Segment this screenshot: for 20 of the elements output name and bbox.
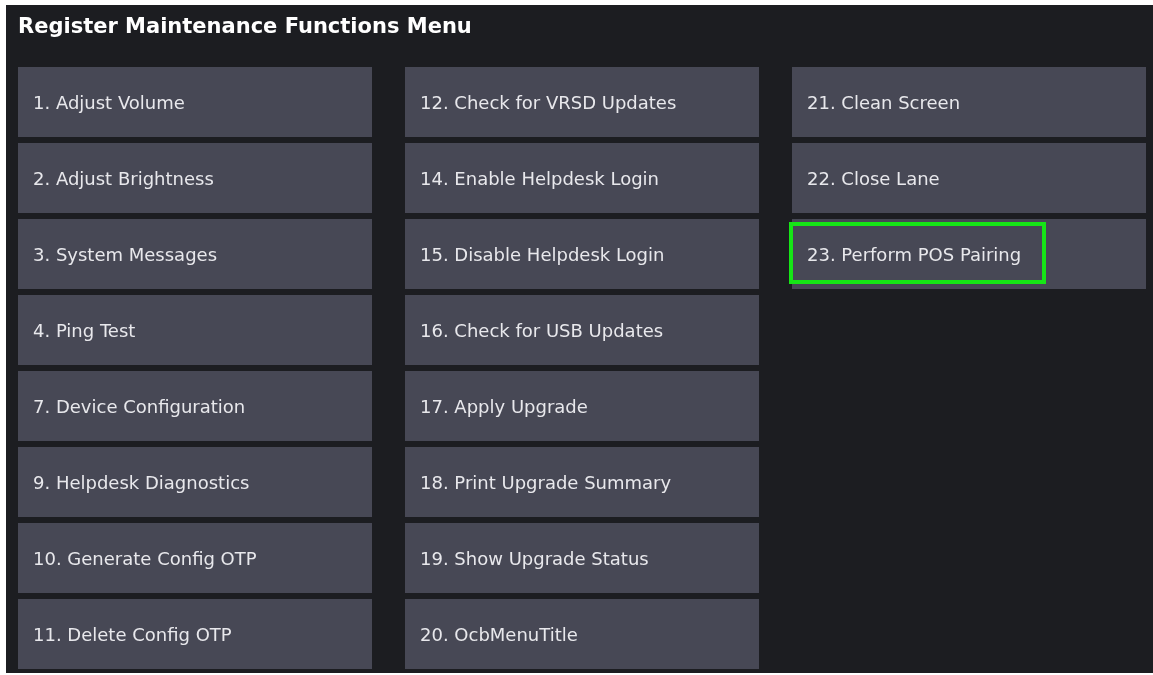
menu-item[interactable]: 4. Ping Test — [18, 295, 372, 365]
menu-item[interactable]: 14. Enable Helpdesk Login — [405, 143, 759, 213]
menu-item[interactable]: 22. Close Lane — [792, 143, 1146, 213]
menu-item[interactable]: 1. Adjust Volume — [18, 67, 372, 137]
menu-item[interactable]: 9. Helpdesk Diagnostics — [18, 447, 372, 517]
menu-item[interactable]: 17. Apply Upgrade — [405, 371, 759, 441]
menu-item[interactable]: 19. Show Upgrade Status — [405, 523, 759, 593]
menu-item[interactable]: 18. Print Upgrade Summary — [405, 447, 759, 517]
menu-item[interactable]: 11. Delete Config OTP — [18, 599, 372, 669]
menu-item[interactable]: 20. OcbMenuTitle — [405, 599, 759, 669]
menu-item[interactable]: 23. Perform POS Pairing — [792, 219, 1146, 289]
menu-item[interactable]: 21. Clean Screen — [792, 67, 1146, 137]
menu-item[interactable]: 10. Generate Config OTP — [18, 523, 372, 593]
menu-item[interactable]: 15. Disable Helpdesk Login — [405, 219, 759, 289]
menu-item[interactable]: 16. Check for USB Updates — [405, 295, 759, 365]
menu-item[interactable]: 12. Check for VRSD Updates — [405, 67, 759, 137]
menu-title: Register Maintenance Functions Menu — [18, 13, 473, 40]
menu-item[interactable]: 7. Device Configuration — [18, 371, 372, 441]
menu-item[interactable]: 3. System Messages — [18, 219, 372, 289]
menu-item[interactable]: 2. Adjust Brightness — [18, 143, 372, 213]
